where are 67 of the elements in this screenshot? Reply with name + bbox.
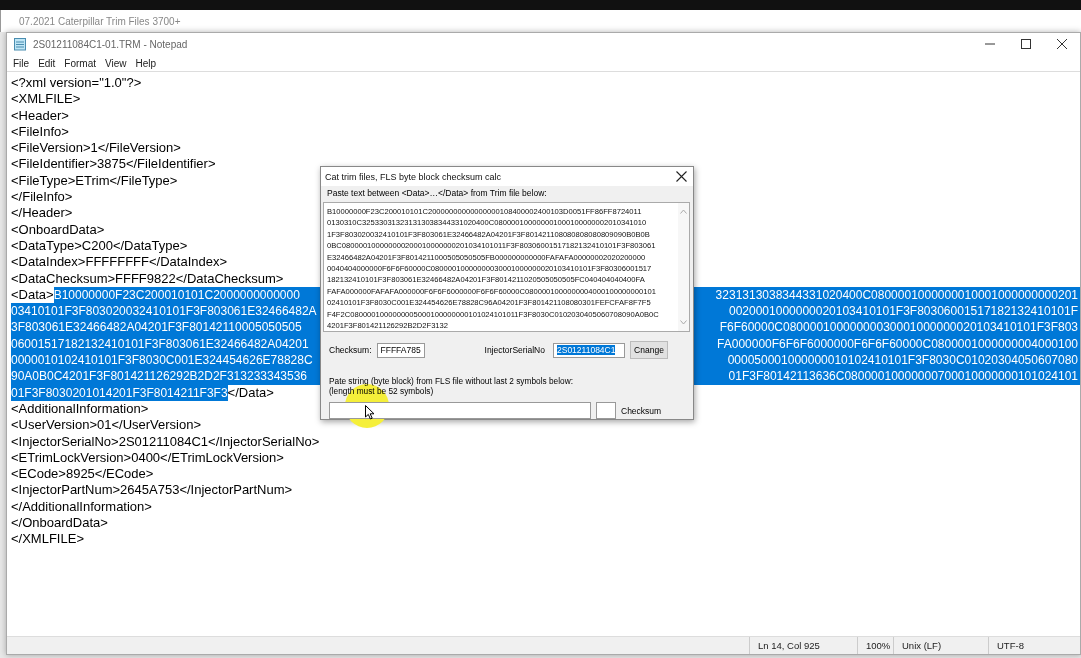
hex-text: 3F803061E32466482A04201F3F80142110005050505 — [11, 319, 302, 336]
byte-block-field[interactable] — [329, 402, 591, 419]
checksum-label: Checksum — [621, 405, 662, 416]
close-icon — [1057, 39, 1067, 49]
close-icon[interactable] — [676, 171, 687, 182]
menu-item[interactable]: File — [13, 57, 30, 69]
code-line: <OnboardData> — [11, 221, 105, 238]
line-ending: Unix (LF) — [893, 637, 988, 654]
menu-item[interactable]: View — [105, 57, 127, 69]
scroll-up-icon[interactable] — [680, 209, 687, 214]
code-line: <FileInfo> — [11, 123, 69, 141]
code-line: <?xml version="1.0"?> — [11, 75, 142, 92]
code-line: <InjectorSerialNo>2S01211084C1</InjectorSerialNo> — [11, 433, 320, 450]
hex-text: 03410101F3F803020032410101F3F803061E32466482A — [11, 303, 317, 320]
code-line: <Data> — [11, 286, 54, 304]
code-line: </Header> — [11, 205, 73, 222]
note-text: Pate string (byte block) from FLS file without last 2 symbols below: — [329, 376, 574, 386]
menu-item[interactable]: Edit — [38, 57, 56, 69]
scrollbar[interactable] — [678, 203, 689, 331]
code-line: <DataType>C200</DataType> — [11, 237, 188, 255]
hex-text: F6F60000C08000010000000030001000000020103410101F3F803 — [719, 319, 1078, 336]
encoding: UTF-8 — [988, 637, 1080, 654]
change-button[interactable]: Cnange — [630, 341, 668, 359]
hex-text: 90A0B0C4201F3F801421126292B2D2F313233343536 — [11, 368, 308, 385]
cursor-position: Ln 14, Col 925 — [749, 637, 857, 654]
code-line: </FileInfo> — [11, 189, 73, 206]
maximize-icon — [1021, 39, 1031, 49]
code-line: <FileType>ETrim</FileType> — [11, 172, 178, 190]
notepad-icon — [13, 37, 27, 51]
hex-text: 000050001000000010102410101F3F8030C01020304050607080 — [727, 352, 1078, 369]
checksum-field[interactable]: FFFFA785 — [376, 342, 425, 358]
scroll-down-icon[interactable] — [680, 320, 687, 325]
code-line: <ECode>8925</ECode> — [11, 466, 154, 483]
hex-text: 0020001000000020103410101F3F80306001517182132410101F — [729, 303, 1078, 320]
code-line: <InjectorPartNum>2645A753</InjectorPartNum> — [11, 482, 293, 499]
hex-text: 0000010102410101F3F8030C001E324454626E78828C — [11, 352, 313, 369]
window-title: 2S01211084C1-01.TRM - Notepad — [33, 38, 188, 50]
code-line: </XMLFILE> — [11, 531, 84, 548]
hex-text: FA000000F6F6F6000000F6F6F60000C0800001000000004000100 — [717, 335, 1078, 353]
code-line: </AdditionalInformation> — [11, 498, 152, 515]
code-line: <FileVersion>1</FileVersion> — [11, 140, 181, 157]
hex-text: 3231313038344331020400C0800001000000010001000000000201 — [715, 286, 1078, 304]
mouse-cursor-icon — [365, 405, 375, 420]
serial-label: InjectorSerialNo — [484, 345, 545, 355]
zoom-level: 100% — [857, 637, 893, 654]
checksum-result-field[interactable] — [596, 402, 616, 419]
window-title: 07.2021 Caterpillar Trim Files 3700+ — [19, 15, 181, 27]
code-line: <DataChecksum>FFFF9822</DataChecksum> — [11, 270, 284, 287]
hex-text: 06001517182132410101F3F803061E32466482A04201 — [11, 335, 309, 353]
code-line: <Header> — [11, 107, 69, 124]
serial-field[interactable]: 2S01211084C1 — [553, 342, 625, 358]
code-line: <DataIndex>FFFFFFFF</DataIndex> — [11, 254, 228, 271]
code-line: </OnboardData> — [11, 515, 108, 532]
code-line: <ETrimLockVersion>0400</ETrimLockVersion> — [11, 449, 284, 467]
code-line: </Data> — [227, 384, 274, 401]
code-line: <FileIdentifier>3875</FileIdentifier> — [11, 156, 216, 173]
code-line: <AdditionalInformation> — [11, 400, 149, 418]
instruction-text: Paste text between <Data>…</Data> from Trim file below: — [326, 188, 548, 200]
paste-text-area[interactable] — [323, 202, 690, 332]
menu-item[interactable]: Help — [135, 57, 157, 69]
code-line: <UserVersion>01</UserVersion> — [11, 417, 202, 434]
dialog-title: Cat trim files, FLS byte block checksum calc — [325, 171, 502, 182]
checksum-label: Checksum: — [329, 345, 372, 355]
code-line: <XMLFILE> — [11, 91, 81, 108]
hex-text: B10000000F23C200010101C2000000000000 — [53, 286, 300, 304]
hex-text: 01F3F80142113636C08000010000000700010000000101024101 — [728, 368, 1078, 385]
menu-item[interactable]: Format — [64, 57, 97, 69]
